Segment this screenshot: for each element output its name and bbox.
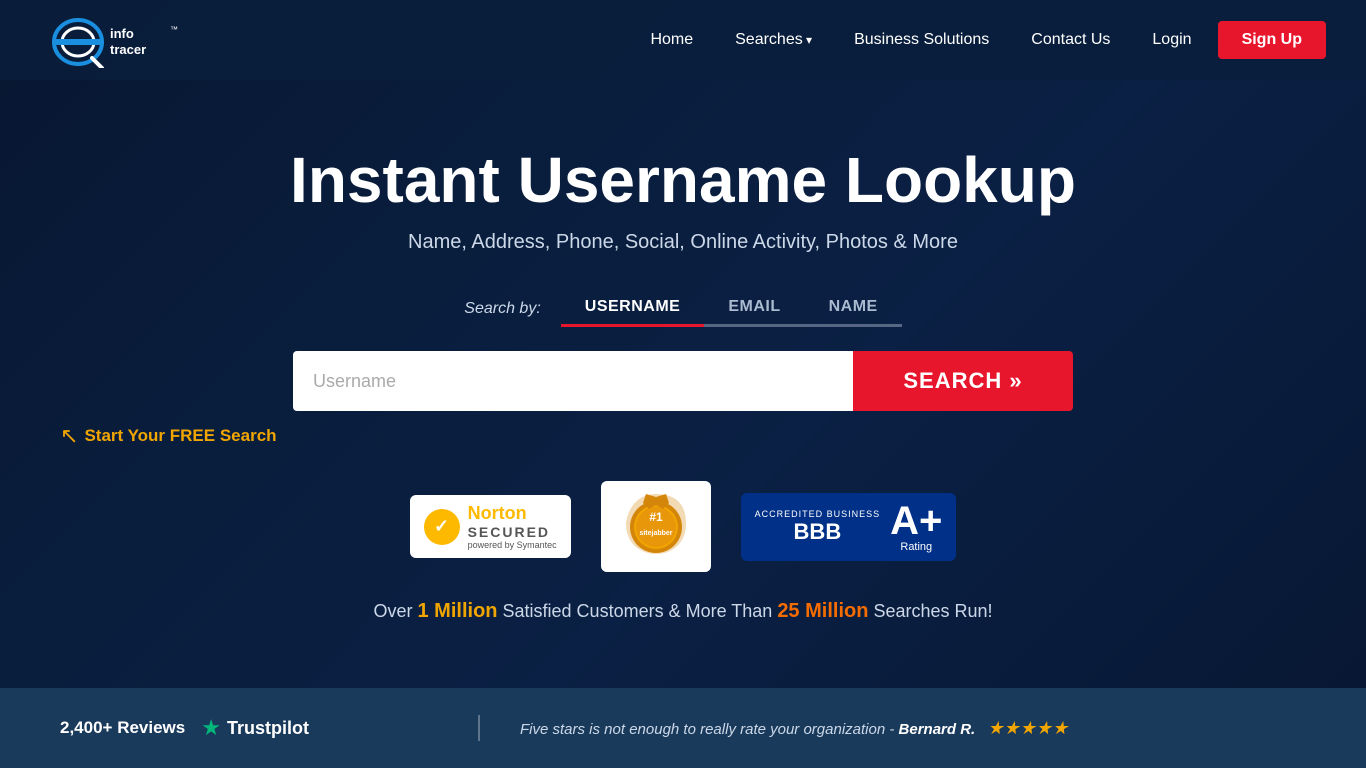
free-search-hint: ↖ Start Your FREE Search (60, 423, 1366, 449)
norton-check-icon: ✓ (424, 509, 460, 545)
sitejabber-badge: #1 sitejabber (601, 481, 711, 572)
stats-text: Over 1 Million Satisfied Customers & Mor… (0, 600, 1366, 623)
norton-text: Norton SECURED powered by Symantec (468, 503, 557, 550)
search-by-label: Search by: (464, 300, 540, 318)
bbb-left: ACCREDITED BUSINESS BBB (755, 509, 881, 545)
bbb-badge: ACCREDITED BUSINESS BBB A+ Rating (741, 493, 957, 561)
svg-text:sitejabber: sitejabber (639, 530, 672, 537)
hero-subtitle: Name, Address, Phone, Social, Online Act… (0, 231, 1366, 254)
nav-signup-button[interactable]: Sign Up (1218, 21, 1326, 59)
trustpilot-logo: ★ Trustpilot (201, 715, 309, 741)
bbb-accredited-label: ACCREDITED BUSINESS (755, 509, 881, 519)
bbb-logo-text: BBB (794, 519, 842, 545)
footer-stars: ★★★★★ (987, 718, 1068, 738)
footer-quote-area: Five stars is not enough to really rate … (480, 718, 1366, 739)
stats-25million: 25 Million (777, 600, 868, 622)
footer-reviews-count: 2,400+ Reviews (60, 718, 185, 738)
tab-email[interactable]: EMAIL (704, 290, 804, 327)
norton-symantec: powered by Symantec (468, 540, 557, 550)
footer-trustpilot-area: 2,400+ Reviews ★ Trustpilot (0, 715, 480, 741)
footer-author: Bernard R. (899, 721, 976, 738)
stats-middle: Satisfied Customers & More Than (503, 601, 773, 621)
free-search-text[interactable]: Start Your FREE Search (84, 426, 276, 446)
header: info tracer ™ Home Searches Business Sol… (0, 0, 1366, 80)
trust-badges: ✓ Norton SECURED powered by Symantec (0, 481, 1366, 572)
sitejabber-medal: #1 sitejabber (621, 489, 691, 564)
hero-section: Instant Username Lookup Name, Address, P… (0, 0, 1366, 688)
nav-searches[interactable]: Searches (719, 23, 828, 57)
tab-name[interactable]: NAME (805, 290, 902, 327)
svg-text:#1: #1 (649, 510, 663, 524)
footer-quote-text: Five stars is not enough to really rate … (520, 721, 894, 738)
bbb-right: A+ Rating (890, 501, 942, 553)
nav-home[interactable]: Home (634, 23, 709, 57)
bbb-grade: A+ (890, 501, 942, 541)
stats-1million: 1 Million (418, 600, 498, 622)
arrow-icon: ↖ (60, 423, 78, 449)
footer-strip: 2,400+ Reviews ★ Trustpilot Five stars i… (0, 688, 1366, 768)
nav-business-solutions[interactable]: Business Solutions (838, 23, 1005, 57)
norton-label: Norton (468, 503, 557, 524)
trustpilot-star-icon: ★ (201, 715, 221, 741)
search-tabs: Search by: USERNAME EMAIL NAME (0, 290, 1366, 327)
search-input[interactable] (293, 351, 853, 411)
stats-end: Searches Run! (873, 601, 992, 621)
main-nav: Home Searches Business Solutions Contact… (634, 21, 1326, 59)
hero-title: Instant Username Lookup (0, 145, 1366, 215)
nav-login[interactable]: Login (1136, 23, 1207, 57)
norton-badge: ✓ Norton SECURED powered by Symantec (410, 495, 571, 558)
tab-username[interactable]: USERNAME (561, 290, 705, 327)
svg-text:tracer: tracer (110, 42, 146, 57)
nav-contact-us[interactable]: Contact Us (1015, 23, 1126, 57)
svg-text:™: ™ (170, 25, 178, 34)
trustpilot-label: Trustpilot (227, 718, 309, 739)
norton-secured-label: SECURED (468, 524, 557, 540)
svg-text:info: info (110, 26, 134, 41)
hero-content: Instant Username Lookup Name, Address, P… (0, 145, 1366, 623)
stats-over: Over (373, 601, 412, 621)
search-box-row: SEARCH » (0, 351, 1366, 411)
search-button[interactable]: SEARCH » (853, 351, 1073, 411)
logo[interactable]: info tracer ™ (40, 12, 190, 68)
